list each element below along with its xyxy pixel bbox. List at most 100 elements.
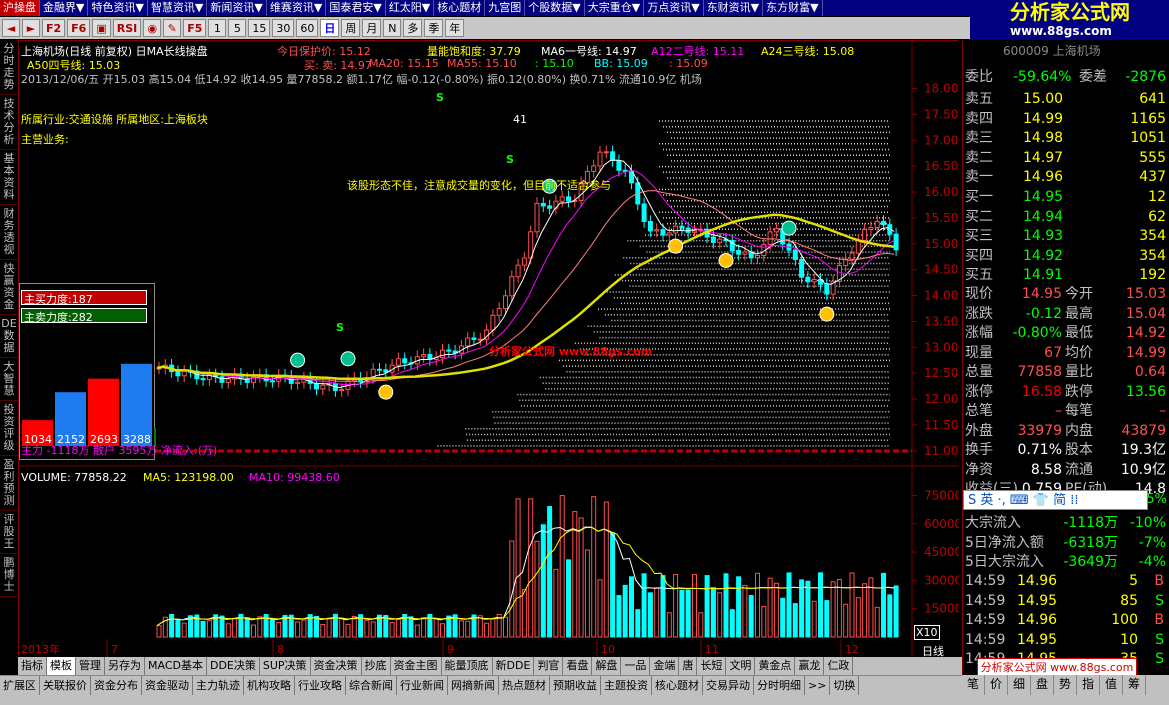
extension-tab[interactable]: 热点题材 (499, 676, 550, 695)
period-button[interactable]: 月 (362, 19, 382, 37)
top-menu-item[interactable]: 特色资讯▼ (88, 0, 148, 16)
extension-tab[interactable]: 关联报价 (40, 676, 91, 695)
indicator-tab[interactable]: 管理 (76, 657, 105, 675)
left-tab[interactable]: 财务透视 (0, 205, 18, 260)
indicator-tab[interactable]: 判官 (534, 657, 564, 675)
top-menu-item[interactable]: 大宗重仓▼ (585, 0, 645, 16)
right-tab[interactable]: 笔 (962, 675, 985, 695)
extension-tab[interactable]: 资金分布 (91, 676, 142, 695)
extension-tab[interactable]: 核心题材 (652, 676, 703, 695)
top-menu-item[interactable]: 国泰君安▼ (326, 0, 386, 16)
top-menu-item[interactable]: 个股数据▼ (525, 0, 585, 16)
toolbar-icon[interactable]: ◉ (143, 19, 162, 37)
candle-body (320, 384, 326, 390)
left-tab[interactable]: 大智慧 (0, 358, 18, 401)
ime-toolbar[interactable]: S 英 ·, ⌨ 👕 简 ⁞⁞ (963, 490, 1148, 510)
left-tab[interactable]: 分时走势 (0, 40, 18, 95)
right-tab[interactable]: 细 (1008, 675, 1031, 695)
toolbar-icon[interactable]: RSI (112, 19, 142, 37)
extension-tab[interactable]: 主题投资 (601, 676, 652, 695)
indicator-tab[interactable]: 金端 (650, 657, 680, 675)
period-button[interactable]: 年 (445, 19, 465, 37)
toolbar-icon[interactable]: ◄ (2, 19, 20, 37)
indicator-tab[interactable]: 解盘 (592, 657, 622, 675)
indicator-tab[interactable]: 仁政 (824, 657, 854, 675)
extension-tab[interactable]: 综合新闻 (346, 676, 397, 695)
extension-tab[interactable]: >> (805, 676, 831, 695)
extension-tab[interactable]: 行业新闻 (397, 676, 448, 695)
period-button[interactable]: 30 (272, 19, 295, 37)
extension-tab[interactable]: 主力轨迹 (193, 676, 244, 695)
indicator-tab[interactable]: 能量顶底 (442, 657, 493, 675)
period-button[interactable]: N (383, 19, 402, 37)
indicator-tab[interactable]: 长短 (697, 657, 727, 675)
top-menu-item[interactable]: 新闻资讯▼ (207, 0, 267, 16)
left-tab[interactable]: 投资评级 (0, 401, 18, 456)
left-tab[interactable]: 评股王 (0, 511, 18, 554)
period-button[interactable]: 15 (248, 19, 271, 37)
toolbar-icon[interactable]: ✎ (163, 19, 182, 37)
period-button[interactable]: 周 (341, 19, 361, 37)
indicator-tab[interactable]: 看盘 (563, 657, 593, 675)
top-menu-item[interactable]: 维赛资讯▼ (267, 0, 327, 16)
indicator-tab[interactable]: 一品 (621, 657, 651, 675)
left-tab[interactable]: 快赢资金 (0, 260, 18, 315)
chart-area[interactable]: 18.00 17.50 17.00 16.50 16.00 15.50 15.00 14.50… (18, 40, 959, 658)
period-button[interactable]: 5 (228, 19, 247, 37)
period-button[interactable]: 日 (320, 19, 340, 37)
right-tab[interactable]: 盘 (1031, 675, 1054, 695)
top-menu-item[interactable]: 东方财富▼ (763, 0, 823, 16)
indicator-tab[interactable]: 另存为 (105, 657, 145, 675)
top-menu-item[interactable]: 核心题材 (434, 0, 486, 16)
top-menu-item[interactable]: 东财资讯▼ (704, 0, 764, 16)
toolbar-icon[interactable]: ▣ (92, 19, 111, 37)
extension-tab[interactable]: 扩展区 (0, 676, 40, 695)
period-button[interactable]: 季 (424, 19, 444, 37)
extension-tab[interactable]: 网摘新闻 (448, 676, 499, 695)
period-button[interactable]: 60 (296, 19, 319, 37)
left-tab[interactable]: 盈利预测 (0, 456, 18, 511)
indicator-tab[interactable]: 赢龙 (795, 657, 825, 675)
period-button[interactable]: 1 (208, 19, 227, 37)
period-button[interactable]: 多 (403, 19, 423, 37)
extension-tab[interactable]: 分时明细 (754, 676, 805, 695)
extension-tab[interactable]: 交易异动 (703, 676, 754, 695)
top-menu-item[interactable]: 沪操盘 (0, 0, 40, 16)
toolbar-icon[interactable]: F5 (183, 19, 207, 37)
right-tab[interactable]: 指 (1077, 675, 1100, 695)
left-tab[interactable]: 鹏博士 (0, 554, 18, 597)
right-tab[interactable]: 值 (1100, 675, 1123, 695)
extension-tab[interactable]: 行业攻略 (295, 676, 346, 695)
candle-body (521, 257, 527, 266)
right-tab[interactable]: 势 (1054, 675, 1077, 695)
indicator-tab[interactable]: 抄底 (362, 657, 391, 675)
extension-tab[interactable]: 预期收益 (550, 676, 601, 695)
top-menu-item[interactable]: 金融界▼ (40, 0, 89, 16)
right-tab[interactable]: 价 (985, 675, 1008, 695)
left-tab[interactable]: 技术分析 (0, 95, 18, 150)
extension-tab[interactable]: 切换 (830, 676, 860, 695)
extension-tab[interactable]: 机构攻略 (244, 676, 295, 695)
indicator-tab[interactable]: 唐 (679, 657, 698, 675)
indicator-tab[interactable]: MACD基本 (145, 657, 207, 675)
indicator-tab[interactable]: 资金决策 (311, 657, 362, 675)
indicator-tab[interactable]: 新DDE (493, 657, 535, 675)
left-tab[interactable]: DE数据 (0, 315, 18, 358)
indicator-tab[interactable]: 文明 (726, 657, 756, 675)
toolbar-icon[interactable]: ► (22, 19, 40, 37)
indicator-tab[interactable]: 模板 (47, 657, 76, 675)
indicator-tab[interactable]: 指标 (18, 657, 47, 675)
top-menu-item[interactable]: 智慧资讯▼ (148, 0, 208, 16)
extension-tab[interactable]: 资金驱动 (142, 676, 193, 695)
indicator-tab[interactable]: 资金主图 (391, 657, 442, 675)
toolbar-icon[interactable]: F2 (42, 19, 66, 37)
top-menu-item[interactable]: 万点资讯▼ (644, 0, 704, 16)
indicator-tab[interactable]: DDE决策 (207, 657, 260, 675)
toolbar-icon[interactable]: F6 (67, 19, 91, 37)
right-tab[interactable]: 筹 (1123, 675, 1146, 695)
indicator-tab[interactable]: SUP决策 (260, 657, 311, 675)
top-menu-item[interactable]: 九宫图 (485, 0, 526, 16)
left-tab[interactable]: 基本资料 (0, 150, 18, 205)
top-menu-item[interactable]: 红太阳▼ (386, 0, 435, 16)
indicator-tab[interactable]: 黄金点 (755, 657, 796, 675)
